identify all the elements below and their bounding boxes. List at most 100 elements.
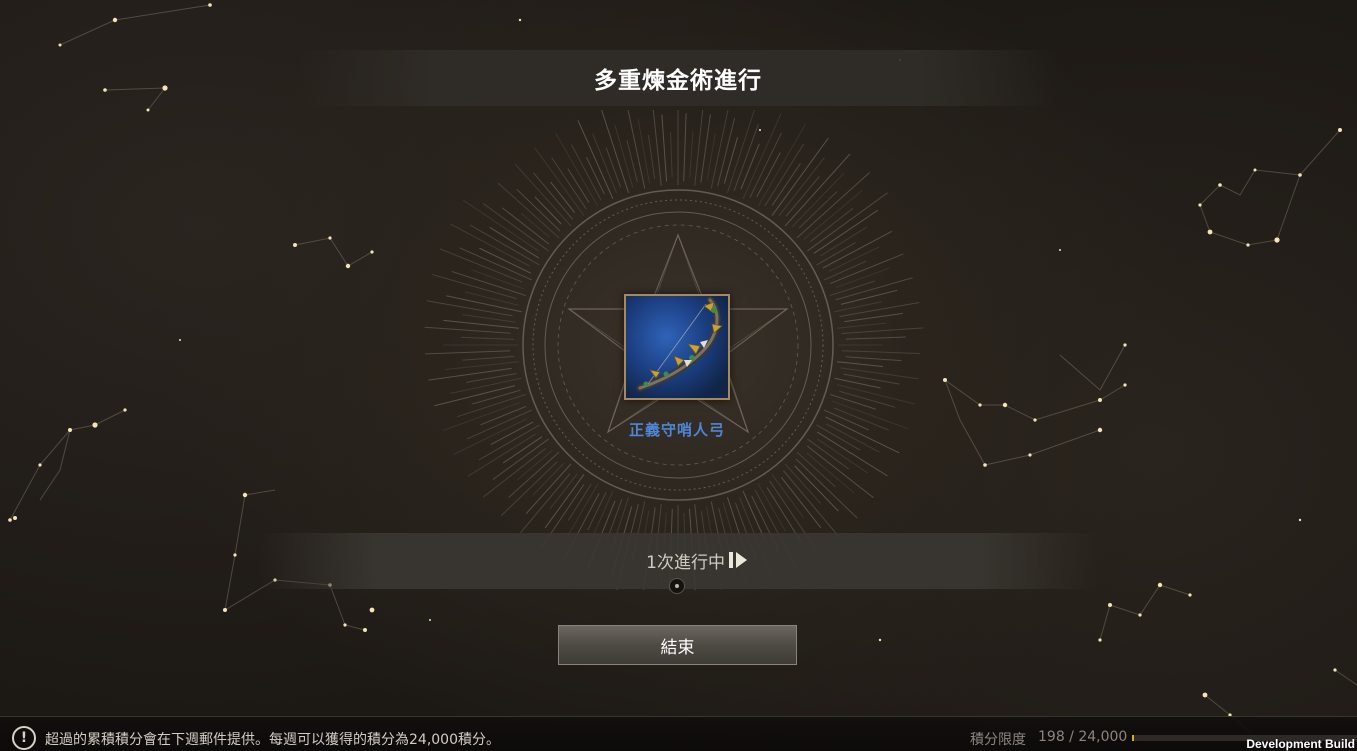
decor-ray xyxy=(607,498,623,538)
decor-ray xyxy=(710,110,729,189)
decor-ray xyxy=(577,120,614,200)
decor-ray xyxy=(700,114,711,183)
decor-ray xyxy=(502,436,543,464)
decor-ray xyxy=(549,473,578,510)
decor-ray xyxy=(652,110,662,186)
decor-ray xyxy=(807,438,849,470)
decor-ray xyxy=(462,199,540,252)
decor-ray xyxy=(425,350,511,355)
decor-ray xyxy=(516,189,561,232)
decor-ray xyxy=(771,474,805,519)
title-bar: 多重煉金術進行 xyxy=(298,50,1058,106)
decor-ray xyxy=(689,131,694,178)
decor-ray xyxy=(830,280,876,297)
decor-ray xyxy=(525,463,572,515)
decor-ray xyxy=(605,147,622,188)
decor-ray xyxy=(796,171,871,239)
decor-ray xyxy=(459,247,533,281)
decor-ray xyxy=(841,327,924,335)
decor-ray xyxy=(826,423,880,453)
item-slot[interactable] xyxy=(624,294,730,400)
decor-ray xyxy=(820,226,868,257)
decor-ray xyxy=(431,273,517,300)
decor-ray xyxy=(585,156,605,195)
decor-ray xyxy=(489,226,540,259)
decor-ray xyxy=(462,355,515,361)
decor-ray xyxy=(837,361,883,368)
progress-indicator xyxy=(669,578,685,594)
notice-text: 超過的累積積分會在下週郵件提供。每週可以獲得的積分為24,000積分。 xyxy=(45,732,500,748)
decor-ray xyxy=(816,424,861,451)
decor-ray xyxy=(706,133,716,180)
decor-ray xyxy=(830,393,876,410)
item-name: 正義守哨人弓 xyxy=(628,421,725,439)
decor-ray xyxy=(828,246,880,272)
decor-ray xyxy=(534,147,585,216)
decor-ray xyxy=(565,483,599,541)
decor-ray xyxy=(810,207,854,242)
decor-ray xyxy=(424,326,511,334)
decor-ray xyxy=(771,163,801,207)
decor-ray xyxy=(637,118,651,184)
decor-ray xyxy=(757,483,786,532)
decor-ray xyxy=(442,401,521,431)
decor-ray xyxy=(784,153,851,227)
decor-ray xyxy=(601,110,630,193)
decor-ray xyxy=(843,373,900,385)
decor-ray xyxy=(516,450,553,481)
end-button[interactable]: 結束 xyxy=(558,625,797,665)
decor-ray xyxy=(570,144,602,201)
decor-ray xyxy=(462,314,516,323)
decor-ray xyxy=(661,114,668,182)
decor-ray xyxy=(439,248,523,283)
decor-ray xyxy=(428,367,512,381)
decor-ray xyxy=(825,416,900,454)
decor-ray xyxy=(592,133,618,194)
fast-forward-icon[interactable] xyxy=(727,550,749,570)
alchemy-screen: 多重煉金術進行 正義守哨人弓 1次進行中 結束 ! 超過的累積積分會在下週郵件提… xyxy=(0,0,1357,751)
points-progress-fill xyxy=(1132,735,1134,741)
decor-ray xyxy=(723,137,739,184)
decor-ray xyxy=(794,465,839,512)
decor-ray xyxy=(798,191,838,229)
decor-ray xyxy=(478,424,540,461)
decor-ray xyxy=(841,350,920,354)
progress-status: 1次進行中 xyxy=(646,553,725,573)
decor-ray xyxy=(472,389,521,405)
decor-ray xyxy=(845,356,902,362)
decor-ray xyxy=(508,451,560,498)
decor-ray xyxy=(426,300,513,317)
decor-ray xyxy=(796,451,836,488)
decor-ray xyxy=(840,289,898,305)
decor-ray xyxy=(446,295,522,313)
decor-ray xyxy=(837,322,886,329)
decor-ray xyxy=(453,418,528,455)
decor-ray xyxy=(806,445,874,499)
decor-ray xyxy=(726,110,755,193)
decor-ray xyxy=(492,438,549,481)
points-limit-value: 198 / 24,000 xyxy=(1038,729,1128,745)
decor-ray xyxy=(683,113,687,182)
decor-ray xyxy=(694,110,704,186)
decor-ray xyxy=(844,312,903,323)
development-build-watermark: Development Build xyxy=(1246,737,1355,751)
decor-ray xyxy=(479,247,531,274)
decor-ray xyxy=(465,291,519,306)
decor-ray xyxy=(648,134,656,179)
decor-ray xyxy=(467,433,536,477)
decor-ray xyxy=(840,367,919,380)
decor-ray xyxy=(532,462,565,496)
points-limit-label: 積分限度 xyxy=(970,732,1026,748)
decor-ray xyxy=(845,336,906,340)
decor-ray xyxy=(784,463,821,504)
decor-ray xyxy=(831,400,909,430)
bow-icon xyxy=(636,296,723,392)
decor-ray xyxy=(839,390,896,408)
decor-ray xyxy=(445,361,519,370)
decor-ray xyxy=(544,474,585,529)
page-title: 多重煉金術進行 xyxy=(594,68,762,94)
decor-ray xyxy=(807,192,888,252)
exclamation-icon: ! xyxy=(12,726,36,750)
decor-ray xyxy=(461,336,515,340)
decor-ray xyxy=(785,176,820,217)
